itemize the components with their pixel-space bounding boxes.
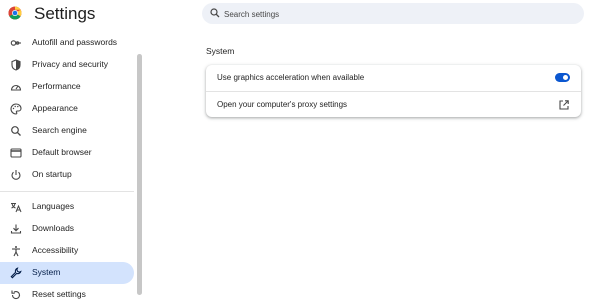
translate-icon <box>11 203 22 213</box>
proxy-settings-row[interactable]: Open your computer's proxy settings <box>206 92 581 118</box>
sidebar-item-system[interactable]: System <box>0 262 134 284</box>
sidebar-item-label: Privacy and security <box>32 59 109 69</box>
power-icon <box>11 170 21 180</box>
system-settings-card: Use graphics acceleration when available… <box>206 65 581 117</box>
accessibility-icon <box>12 246 20 257</box>
sidebar-item-label: Languages <box>32 201 75 211</box>
proxy-settings-label: Open your computer's proxy settings <box>217 100 348 109</box>
graphics-acceleration-toggle[interactable] <box>555 73 570 82</box>
sidebar-item-privacy[interactable]: Privacy and security <box>0 54 134 76</box>
sidebar-item-downloads[interactable]: Downloads <box>0 218 134 240</box>
browser-window-icon <box>10 148 22 158</box>
sidebar-item-performance[interactable]: Performance <box>0 76 134 98</box>
search-icon <box>210 8 220 18</box>
sidebar-item-label: Reset settings <box>32 289 86 299</box>
header: Settings <box>0 0 600 28</box>
chrome-logo-icon <box>8 6 22 20</box>
sidebar-item-label: On startup <box>32 169 72 179</box>
sidebar-item-label: Search engine <box>32 125 87 135</box>
sidebar-item-label: Downloads <box>32 223 75 233</box>
external-link-icon[interactable] <box>558 99 570 111</box>
download-icon <box>10 224 22 234</box>
search-input[interactable] <box>222 5 566 24</box>
reset-icon <box>11 290 21 300</box>
sidebar-item-label: Appearance <box>32 103 78 113</box>
palette-icon <box>10 103 22 115</box>
section-title: System <box>206 46 235 56</box>
sidebar-item-languages[interactable]: Languages <box>0 196 134 218</box>
sidebar-item-label: Performance <box>32 81 81 91</box>
sidebar-item-label: Autofill and passwords <box>32 37 118 47</box>
toggle-knob <box>563 75 568 80</box>
speedometer-icon <box>10 84 22 91</box>
sidebar-item-appearance[interactable]: Appearance <box>0 98 134 120</box>
search-bar[interactable] <box>202 3 584 24</box>
page-title: Settings <box>34 4 96 23</box>
graphics-acceleration-label: Use graphics acceleration when available <box>217 73 365 82</box>
sidebar-scrollbar[interactable] <box>137 54 142 295</box>
sidebar-divider <box>0 191 134 192</box>
graphics-acceleration-row[interactable]: Use graphics acceleration when available <box>206 65 581 91</box>
sidebar-item-default-browser[interactable]: Default browser <box>0 142 134 164</box>
sidebar: Autofill and passwords Privacy and secur… <box>0 32 143 300</box>
sidebar-item-label: System <box>32 267 61 277</box>
sidebar-item-label: Default browser <box>32 147 92 157</box>
sidebar-item-autofill[interactable]: Autofill and passwords <box>0 32 134 54</box>
sidebar-item-accessibility[interactable]: Accessibility <box>0 240 134 262</box>
key-icon <box>10 40 21 46</box>
shield-icon <box>11 59 21 71</box>
scrollbar-thumb[interactable] <box>137 54 142 295</box>
sidebar-item-reset[interactable]: Reset settings <box>0 284 134 306</box>
sidebar-item-search-engine[interactable]: Search engine <box>0 120 134 142</box>
sidebar-item-on-startup[interactable]: On startup <box>0 164 134 186</box>
wrench-icon <box>10 267 22 279</box>
search-icon <box>11 126 21 136</box>
sidebar-item-label: Accessibility <box>32 245 79 255</box>
